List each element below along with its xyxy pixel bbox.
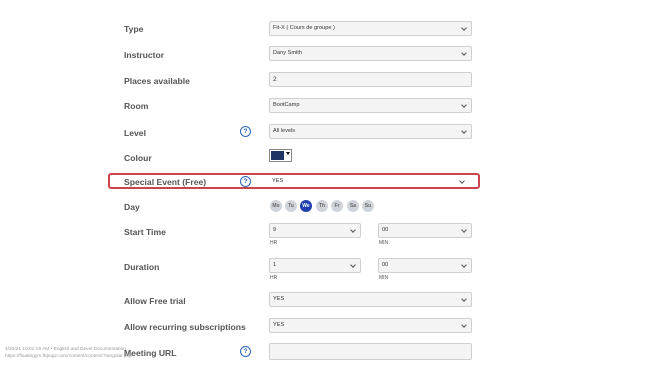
places-input[interactable]: 2 (269, 72, 472, 87)
type-value: Fit-X ( Cours de groupe ) (273, 25, 335, 31)
places-value: 2 (273, 76, 277, 83)
chevron-down-icon (459, 178, 465, 184)
chevron-down-icon (461, 262, 467, 268)
chevron-down-icon (461, 50, 467, 56)
instructor-label: Instructor (124, 50, 165, 60)
chevron-down-icon (350, 227, 356, 233)
start-minute-unit: MIN (379, 240, 389, 246)
footer-line-1: 4/20/21 10:01:19 AM • English and Devel … (5, 347, 126, 352)
chevron-down-icon (461, 296, 467, 302)
room-label: Room (124, 101, 149, 111)
colour-picker[interactable] (269, 149, 292, 162)
recurring-value: YES (273, 322, 285, 328)
meeting-url-help-icon[interactable]: ? (240, 346, 251, 357)
day-picker: Mo Tu We Th Fr Sa Su (0, 200, 672, 212)
chevron-down-icon (461, 322, 467, 328)
day-fr[interactable]: Fr (331, 200, 343, 212)
colour-swatch (271, 151, 284, 160)
start-hour-unit: HR (270, 240, 278, 246)
day-sa[interactable]: Sa (347, 200, 359, 212)
footer-line-2: https://floatingym.ft/pugz.com/content/c… (5, 354, 132, 359)
start-time-label: Start Time (124, 227, 166, 237)
day-su[interactable]: Su (362, 200, 374, 212)
day-th[interactable]: Th (316, 200, 328, 212)
chevron-down-icon (461, 25, 467, 31)
duration-hour-unit: HR (270, 275, 278, 281)
special-event-label: Special Event (Free) (124, 177, 207, 187)
meeting-url-input[interactable] (269, 343, 472, 360)
duration-minute-select[interactable]: 00 (378, 258, 472, 273)
instructor-value: Dany Smith (273, 50, 302, 56)
level-help-icon[interactable]: ? (240, 126, 251, 137)
duration-minute-value: 00 (382, 262, 389, 268)
instructor-select[interactable]: Dany Smith (269, 46, 472, 61)
free-trial-select[interactable]: YES (269, 292, 472, 307)
level-select[interactable]: All levels (269, 124, 472, 139)
day-mo[interactable]: Mo (270, 200, 282, 212)
chevron-down-icon (461, 227, 467, 233)
special-event-select[interactable]: YES (269, 175, 469, 190)
start-minute-value: 00 (382, 227, 389, 233)
type-label: Type (124, 24, 144, 34)
recurring-label: Allow recurring subscriptions (124, 322, 246, 332)
duration-minute-unit: MIN (379, 275, 389, 281)
day-tu[interactable]: Tu (285, 200, 297, 212)
level-value: All levels (273, 128, 296, 134)
duration-hour-value: 1 (273, 262, 277, 268)
recurring-select[interactable]: YES (269, 318, 472, 333)
special-event-help-icon[interactable]: ? (240, 176, 251, 187)
day-we[interactable]: We (300, 200, 312, 212)
caret-down-icon (286, 152, 290, 155)
room-select[interactable]: BootCamp (269, 98, 472, 113)
places-label: Places available (124, 76, 190, 86)
free-trial-value: YES (273, 296, 285, 302)
free-trial-label: Allow Free trial (124, 296, 186, 306)
duration-label: Duration (124, 262, 160, 272)
chevron-down-icon (461, 128, 467, 134)
start-hour-select[interactable]: 9 (269, 223, 361, 238)
special-event-value: YES (272, 178, 284, 184)
start-minute-select[interactable]: 00 (378, 223, 472, 238)
colour-label: Colour (124, 153, 152, 163)
duration-hour-select[interactable]: 1 (269, 258, 361, 273)
chevron-down-icon (350, 262, 356, 268)
chevron-down-icon (461, 102, 467, 108)
start-hour-value: 9 (273, 227, 277, 233)
type-select[interactable]: Fit-X ( Cours de groupe ) (269, 21, 472, 36)
room-value: BootCamp (273, 102, 300, 108)
level-label: Level (124, 128, 146, 138)
